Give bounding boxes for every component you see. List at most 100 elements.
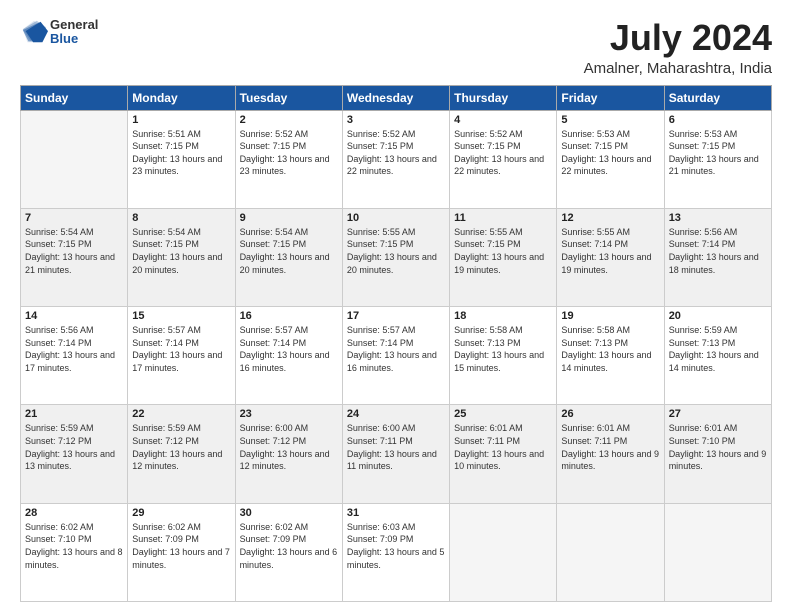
calendar-week-row: 28 Sunrise: 6:02 AMSunset: 7:10 PMDayligh… bbox=[21, 503, 772, 601]
table-row: 27 Sunrise: 6:01 AMSunset: 7:10 PMDayligh… bbox=[664, 405, 771, 503]
table-row: 14 Sunrise: 5:56 AMSunset: 7:14 PMDayligh… bbox=[21, 307, 128, 405]
table-row: 31Sunrise: 6:03 AMSunset: 7:09 PMDayligh… bbox=[342, 503, 449, 601]
table-row: 2Sunrise: 5:52 AMSunset: 7:15 PMDaylight… bbox=[235, 110, 342, 208]
col-friday: Friday bbox=[557, 85, 664, 110]
calendar-header-row: Sunday Monday Tuesday Wednesday Thursday… bbox=[21, 85, 772, 110]
table-row: 19 Sunrise: 5:58 AMSunset: 7:13 PMDayligh… bbox=[557, 307, 664, 405]
table-row: 17Sunrise: 5:57 AMSunset: 7:14 PMDayligh… bbox=[342, 307, 449, 405]
day-number: 4 bbox=[454, 114, 552, 126]
day-info: Sunrise: 5:54 AMSunset: 7:15 PMDaylight:… bbox=[25, 226, 123, 276]
logo-text: General Blue bbox=[50, 18, 98, 47]
table-row: 29Sunrise: 6:02 AMSunset: 7:09 PMDayligh… bbox=[128, 503, 235, 601]
table-row: 24 Sunrise: 6:00 AMSunset: 7:11 PMDayligh… bbox=[342, 405, 449, 503]
table-row: 4 Sunrise: 5:52 AMSunset: 7:15 PMDaylight… bbox=[450, 110, 557, 208]
col-monday: Monday bbox=[128, 85, 235, 110]
day-info: Sunrise: 5:52 AMSunset: 7:15 PMDaylight:… bbox=[454, 128, 552, 178]
day-number: 14 bbox=[25, 310, 123, 322]
table-row: 3 Sunrise: 5:52 AMSunset: 7:15 PMDaylight… bbox=[342, 110, 449, 208]
logo-blue: Blue bbox=[50, 32, 98, 46]
calendar-week-row: 7 Sunrise: 5:54 AMSunset: 7:15 PMDaylight… bbox=[21, 208, 772, 306]
calendar-week-row: 21Sunrise: 5:59 AMSunset: 7:12 PMDayligh… bbox=[21, 405, 772, 503]
logo-general: General bbox=[50, 18, 98, 32]
day-info: Sunrise: 5:52 AMSunset: 7:15 PMDaylight:… bbox=[240, 128, 338, 178]
day-number: 29 bbox=[132, 507, 230, 519]
day-number: 1 bbox=[132, 114, 230, 126]
calendar-table: Sunday Monday Tuesday Wednesday Thursday… bbox=[20, 85, 772, 602]
table-row: 1 Sunrise: 5:51 AMSunset: 7:15 PMDaylight… bbox=[128, 110, 235, 208]
table-row bbox=[450, 503, 557, 601]
day-info: Sunrise: 5:57 AMSunset: 7:14 PMDaylight:… bbox=[132, 324, 230, 374]
table-row: 12Sunrise: 5:55 AMSunset: 7:14 PMDayligh… bbox=[557, 208, 664, 306]
day-number: 11 bbox=[454, 212, 552, 224]
day-info: Sunrise: 5:59 AMSunset: 7:12 PMDaylight:… bbox=[25, 422, 123, 472]
table-row: 8Sunrise: 5:54 AMSunset: 7:15 PMDaylight… bbox=[128, 208, 235, 306]
day-info: Sunrise: 5:56 AMSunset: 7:14 PMDaylight:… bbox=[669, 226, 767, 276]
col-sunday: Sunday bbox=[21, 85, 128, 110]
day-number: 19 bbox=[561, 310, 659, 322]
day-info: Sunrise: 5:57 AMSunset: 7:14 PMDaylight:… bbox=[347, 324, 445, 374]
day-info: Sunrise: 5:54 AMSunset: 7:15 PMDaylight:… bbox=[132, 226, 230, 276]
day-number: 9 bbox=[240, 212, 338, 224]
day-number: 28 bbox=[25, 507, 123, 519]
table-row: 25 Sunrise: 6:01 AMSunset: 7:11 PMDayligh… bbox=[450, 405, 557, 503]
day-number: 30 bbox=[240, 507, 338, 519]
table-row bbox=[557, 503, 664, 601]
table-row: 28 Sunrise: 6:02 AMSunset: 7:10 PMDayligh… bbox=[21, 503, 128, 601]
day-number: 27 bbox=[669, 408, 767, 420]
day-number: 7 bbox=[25, 212, 123, 224]
col-saturday: Saturday bbox=[664, 85, 771, 110]
table-row: 5 Sunrise: 5:53 AMSunset: 7:15 PMDaylight… bbox=[557, 110, 664, 208]
day-number: 6 bbox=[669, 114, 767, 126]
day-info: Sunrise: 5:59 AMSunset: 7:12 PMDaylight:… bbox=[132, 422, 230, 472]
location: Amalner, Maharashtra, India bbox=[584, 60, 772, 77]
day-number: 25 bbox=[454, 408, 552, 420]
day-info: Sunrise: 5:52 AMSunset: 7:15 PMDaylight:… bbox=[347, 128, 445, 178]
day-info: Sunrise: 5:55 AMSunset: 7:15 PMDaylight:… bbox=[347, 226, 445, 276]
day-info: Sunrise: 5:53 AMSunset: 7:15 PMDaylight:… bbox=[561, 128, 659, 178]
day-number: 16 bbox=[240, 310, 338, 322]
col-thursday: Thursday bbox=[450, 85, 557, 110]
day-number: 10 bbox=[347, 212, 445, 224]
table-row: 18 Sunrise: 5:58 AMSunset: 7:13 PMDayligh… bbox=[450, 307, 557, 405]
day-info: Sunrise: 6:02 AMSunset: 7:10 PMDaylight:… bbox=[25, 521, 123, 571]
day-info: Sunrise: 6:00 AMSunset: 7:11 PMDaylight:… bbox=[347, 422, 445, 472]
table-row bbox=[21, 110, 128, 208]
day-number: 20 bbox=[669, 310, 767, 322]
col-tuesday: Tuesday bbox=[235, 85, 342, 110]
table-row: 23Sunrise: 6:00 AMSunset: 7:12 PMDayligh… bbox=[235, 405, 342, 503]
table-row: 26Sunrise: 6:01 AMSunset: 7:11 PMDayligh… bbox=[557, 405, 664, 503]
table-row: 22Sunrise: 5:59 AMSunset: 7:12 PMDayligh… bbox=[128, 405, 235, 503]
day-info: Sunrise: 5:59 AMSunset: 7:13 PMDaylight:… bbox=[669, 324, 767, 374]
title-block: July 2024 Amalner, Maharashtra, India bbox=[584, 18, 772, 77]
table-row: 6 Sunrise: 5:53 AMSunset: 7:15 PMDaylight… bbox=[664, 110, 771, 208]
table-row bbox=[664, 503, 771, 601]
table-row: 21Sunrise: 5:59 AMSunset: 7:12 PMDayligh… bbox=[21, 405, 128, 503]
calendar-week-row: 1 Sunrise: 5:51 AMSunset: 7:15 PMDaylight… bbox=[21, 110, 772, 208]
month-title: July 2024 bbox=[584, 18, 772, 58]
table-row: 16Sunrise: 5:57 AMSunset: 7:14 PMDayligh… bbox=[235, 307, 342, 405]
table-row: 30Sunrise: 6:02 AMSunset: 7:09 PMDayligh… bbox=[235, 503, 342, 601]
day-info: Sunrise: 5:53 AMSunset: 7:15 PMDaylight:… bbox=[669, 128, 767, 178]
calendar-week-row: 14 Sunrise: 5:56 AMSunset: 7:14 PMDayligh… bbox=[21, 307, 772, 405]
day-info: Sunrise: 5:56 AMSunset: 7:14 PMDaylight:… bbox=[25, 324, 123, 374]
logo: General Blue bbox=[20, 18, 98, 47]
table-row: 15 Sunrise: 5:57 AMSunset: 7:14 PMDayligh… bbox=[128, 307, 235, 405]
day-number: 15 bbox=[132, 310, 230, 322]
day-info: Sunrise: 5:51 AMSunset: 7:15 PMDaylight:… bbox=[132, 128, 230, 178]
day-number: 3 bbox=[347, 114, 445, 126]
day-number: 24 bbox=[347, 408, 445, 420]
day-info: Sunrise: 5:58 AMSunset: 7:13 PMDaylight:… bbox=[561, 324, 659, 374]
table-row: 20 Sunrise: 5:59 AMSunset: 7:13 PMDayligh… bbox=[664, 307, 771, 405]
day-info: Sunrise: 6:01 AMSunset: 7:11 PMDaylight:… bbox=[561, 422, 659, 472]
day-info: Sunrise: 5:58 AMSunset: 7:13 PMDaylight:… bbox=[454, 324, 552, 374]
table-row: 11Sunrise: 5:55 AMSunset: 7:15 PMDayligh… bbox=[450, 208, 557, 306]
day-info: Sunrise: 6:01 AMSunset: 7:10 PMDaylight:… bbox=[669, 422, 767, 472]
day-number: 18 bbox=[454, 310, 552, 322]
col-wednesday: Wednesday bbox=[342, 85, 449, 110]
table-row: 9Sunrise: 5:54 AMSunset: 7:15 PMDaylight… bbox=[235, 208, 342, 306]
day-number: 5 bbox=[561, 114, 659, 126]
day-info: Sunrise: 6:03 AMSunset: 7:09 PMDaylight:… bbox=[347, 521, 445, 571]
day-info: Sunrise: 6:01 AMSunset: 7:11 PMDaylight:… bbox=[454, 422, 552, 472]
day-number: 13 bbox=[669, 212, 767, 224]
table-row: 7 Sunrise: 5:54 AMSunset: 7:15 PMDaylight… bbox=[21, 208, 128, 306]
